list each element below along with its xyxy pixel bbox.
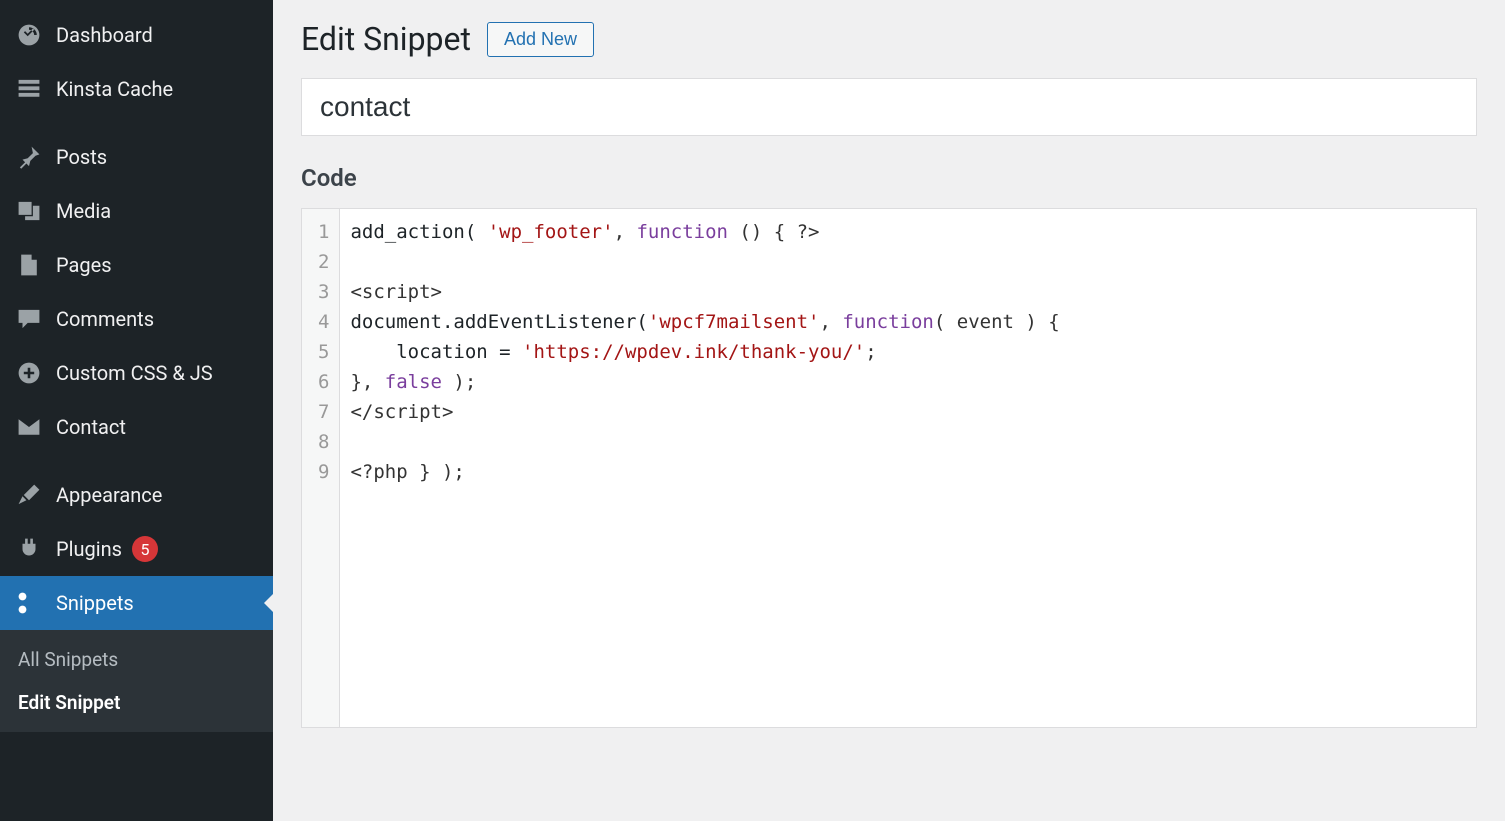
page-title: Edit Snippet	[301, 20, 471, 58]
sidebar-item-posts[interactable]: Posts	[0, 130, 273, 184]
sidebar-item-label: Appearance	[56, 483, 162, 507]
sidebar-item-label: Plugins	[56, 537, 122, 561]
sidebar-item-plugins[interactable]: Plugins 5	[0, 522, 273, 576]
sidebar-item-contact[interactable]: Contact	[0, 400, 273, 454]
sidebar-item-label: Kinsta Cache	[56, 77, 173, 101]
brush-icon	[16, 482, 42, 508]
sidebar-item-label: Comments	[56, 307, 154, 331]
sidebar-item-comments[interactable]: Comments	[0, 292, 273, 346]
submenu: All SnippetsEdit Snippet	[0, 630, 273, 732]
pin-icon	[16, 144, 42, 170]
mail-icon	[16, 414, 42, 440]
plus-icon	[16, 360, 42, 386]
title-row: Edit Snippet Add New	[301, 20, 1477, 58]
plug-icon	[16, 536, 42, 562]
sidebar-item-label: Pages	[56, 253, 112, 277]
cache-icon	[16, 76, 42, 102]
add-new-button[interactable]: Add New	[487, 22, 594, 57]
comment-icon	[16, 306, 42, 332]
sidebar-item-kinsta-cache[interactable]: Kinsta Cache	[0, 62, 273, 116]
code-section-title: Code	[301, 164, 1477, 192]
scissors-icon	[16, 590, 42, 616]
media-icon	[16, 198, 42, 224]
sidebar-item-label: Snippets	[56, 591, 134, 615]
pages-icon	[16, 252, 42, 278]
main-content: Edit Snippet Add New Code 123456789 add_…	[273, 0, 1505, 821]
sidebar-item-snippets[interactable]: Snippets	[0, 576, 273, 630]
sidebar-item-label: Custom CSS & JS	[56, 361, 213, 385]
code-editor[interactable]: 123456789 add_action( 'wp_footer', funct…	[301, 208, 1477, 728]
sidebar-item-custom-css-js[interactable]: Custom CSS & JS	[0, 346, 273, 400]
sidebar-item-label: Posts	[56, 145, 107, 169]
snippet-title-input[interactable]	[301, 78, 1477, 136]
submenu-item[interactable]: All Snippets	[0, 638, 273, 681]
sidebar-item-pages[interactable]: Pages	[0, 238, 273, 292]
sidebar-item-label: Dashboard	[56, 23, 153, 47]
code-textarea[interactable]: add_action( 'wp_footer', function () { ?…	[340, 209, 1069, 727]
sidebar-item-label: Contact	[56, 415, 126, 439]
admin-sidebar: Dashboard Kinsta Cache Posts Media Pages Comm…	[0, 0, 273, 821]
sidebar-item-appearance[interactable]: Appearance	[0, 468, 273, 522]
submenu-item[interactable]: Edit Snippet	[0, 681, 273, 724]
update-badge: 5	[132, 536, 158, 562]
sidebar-item-media[interactable]: Media	[0, 184, 273, 238]
dashboard-icon	[16, 22, 42, 48]
sidebar-item-dashboard[interactable]: Dashboard	[0, 8, 273, 62]
line-number-gutter: 123456789	[302, 209, 340, 727]
sidebar-item-label: Media	[56, 199, 111, 223]
